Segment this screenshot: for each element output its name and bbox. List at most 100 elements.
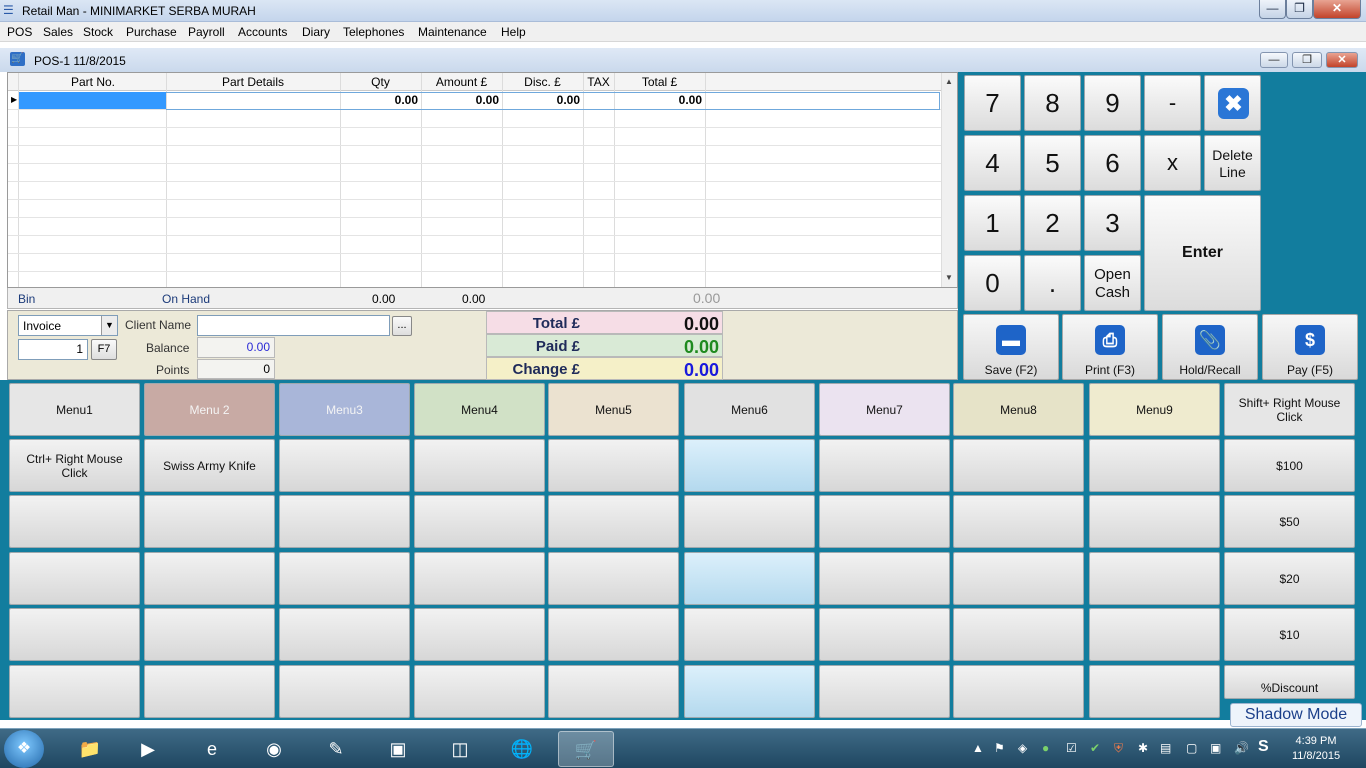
col-tax[interactable]: TAX	[583, 75, 614, 89]
menu-maintenance[interactable]: Maintenance	[418, 25, 487, 39]
col-qty[interactable]: Qty	[340, 75, 421, 89]
tray-safely-remove-icon[interactable]: ▢	[1186, 741, 1197, 755]
maximize-button[interactable]: ❐	[1286, 0, 1313, 19]
delete-line-button[interactable]: Delete Line	[1204, 135, 1261, 191]
menu-button-r1-c10[interactable]: Shift+ Right Mouse Click	[1224, 383, 1355, 436]
key-9[interactable]: 9	[1084, 75, 1141, 131]
grid-scrollbar[interactable]: ▲ ▼	[941, 73, 957, 287]
tray-s-icon[interactable]: S	[1258, 738, 1269, 756]
col-disc[interactable]: Disc. £	[502, 75, 583, 89]
key-minus[interactable]: -	[1144, 75, 1201, 131]
tray-expand-icon[interactable]: ▲	[972, 741, 984, 755]
menu-button-r4-c7[interactable]	[819, 552, 950, 605]
menu-button-r4-c4[interactable]	[414, 552, 545, 605]
menu-button-r5-c9[interactable]	[1089, 608, 1220, 661]
menu-button-r5-c3[interactable]	[279, 608, 410, 661]
tray-update-icon[interactable]: ✔	[1090, 741, 1100, 755]
menu-button-r5-c10[interactable]: $10	[1224, 608, 1355, 661]
firefox-icon[interactable]: ◉	[246, 731, 302, 767]
menu-button-r2-c5[interactable]	[548, 439, 679, 492]
tray-status-icon[interactable]: ●	[1042, 741, 1049, 755]
writer-icon[interactable]: ◫	[432, 731, 488, 767]
menu-button-r6-c2[interactable]	[144, 665, 275, 718]
cart-icon[interactable]: 🛒	[558, 731, 614, 767]
menu-button-r6-c10[interactable]: %Discount	[1224, 665, 1355, 699]
menu-button-r3-c5[interactable]	[548, 495, 679, 548]
menu-button-r1-c2[interactable]: Menu 2	[144, 383, 275, 436]
ie-icon[interactable]: e	[184, 731, 240, 767]
menu-button-r6-c3[interactable]	[279, 665, 410, 718]
scroll-up-icon[interactable]: ▲	[945, 77, 953, 86]
col-part-no[interactable]: Part No.	[20, 75, 166, 89]
menu-help[interactable]: Help	[501, 25, 526, 39]
menu-diary[interactable]: Diary	[302, 25, 330, 39]
close-button[interactable]: ✕	[1313, 0, 1361, 19]
menu-button-r6-c6[interactable]	[684, 665, 815, 718]
menu-button-r4-c8[interactable]	[953, 552, 1084, 605]
key-multiply[interactable]: x	[1144, 135, 1201, 191]
menu-button-r2-c1[interactable]: Ctrl+ Right Mouse Click	[9, 439, 140, 492]
menu-button-r2-c4[interactable]	[414, 439, 545, 492]
volume-icon[interactable]: 🔊	[1234, 741, 1249, 755]
scroll-down-icon[interactable]: ▼	[945, 273, 953, 282]
menu-button-r2-c3[interactable]	[279, 439, 410, 492]
pos-minimize-button[interactable]: —	[1260, 52, 1288, 68]
key-4[interactable]: 4	[964, 135, 1021, 191]
key-decimal[interactable]: .	[1024, 255, 1081, 311]
menu-button-r6-c4[interactable]	[414, 665, 545, 718]
menu-button-r4-c3[interactable]	[279, 552, 410, 605]
menu-telephones[interactable]: Telephones	[343, 25, 404, 39]
menu-button-r4-c5[interactable]	[548, 552, 679, 605]
menu-pos[interactable]: POS	[7, 25, 32, 39]
tray-monitor-icon[interactable]: ▣	[1210, 741, 1221, 755]
browse-client-button[interactable]: ...	[392, 316, 412, 336]
menu-button-r5-c4[interactable]	[414, 608, 545, 661]
window-app-icon[interactable]: ▣	[370, 731, 426, 767]
row-amount[interactable]: 0.00	[421, 93, 499, 107]
notepad-icon[interactable]: ✎	[308, 731, 364, 767]
menu-button-r2-c6[interactable]	[684, 439, 815, 492]
menu-button-r3-c6[interactable]	[684, 495, 815, 548]
key-6[interactable]: 6	[1084, 135, 1141, 191]
row-total[interactable]: 0.00	[614, 93, 702, 107]
row-qty[interactable]: 0.00	[340, 93, 418, 107]
menu-button-r4-c9[interactable]	[1089, 552, 1220, 605]
tray-bluetooth-icon[interactable]: ✱	[1138, 741, 1148, 755]
menu-button-r6-c7[interactable]	[819, 665, 950, 718]
menu-button-r5-c1[interactable]	[9, 608, 140, 661]
menu-sales[interactable]: Sales	[43, 25, 73, 39]
menu-button-r1-c8[interactable]: Menu8	[953, 383, 1084, 436]
menu-button-r3-c8[interactable]	[953, 495, 1084, 548]
menu-button-r1-c6[interactable]: Menu6	[684, 383, 815, 436]
menu-button-r3-c4[interactable]	[414, 495, 545, 548]
menu-button-r2-c9[interactable]	[1089, 439, 1220, 492]
menu-accounts[interactable]: Accounts	[238, 25, 287, 39]
menu-button-r1-c7[interactable]: Menu7	[819, 383, 950, 436]
tray-display-icon[interactable]: ▤	[1160, 741, 1171, 755]
media-player-icon[interactable]: ▶	[120, 731, 176, 767]
menu-button-r6-c1[interactable]	[9, 665, 140, 718]
shadow-mode-button[interactable]: Shadow Mode	[1230, 703, 1362, 727]
key-2[interactable]: 2	[1024, 195, 1081, 251]
menu-button-r3-c3[interactable]	[279, 495, 410, 548]
menu-button-r3-c7[interactable]	[819, 495, 950, 548]
menu-button-r2-c10[interactable]: $100	[1224, 439, 1355, 492]
menu-button-r3-c1[interactable]	[9, 495, 140, 548]
menu-button-r4-c1[interactable]	[9, 552, 140, 605]
pos-close-button[interactable]: ✕	[1326, 52, 1358, 68]
menu-button-r2-c8[interactable]	[953, 439, 1084, 492]
tray-shield-icon[interactable]: ⛨	[1114, 741, 1123, 756]
start-button[interactable]: ❖	[4, 730, 44, 768]
menu-stock[interactable]: Stock	[83, 25, 113, 39]
menu-button-r5-c7[interactable]	[819, 608, 950, 661]
menu-button-r1-c3[interactable]: Menu3	[279, 383, 410, 436]
menu-button-r4-c6[interactable]	[684, 552, 815, 605]
doc-number-field[interactable]: 1	[18, 339, 88, 360]
part-no-cell[interactable]	[19, 92, 166, 109]
tray-network-icon[interactable]: ◈	[1018, 741, 1027, 755]
menu-button-r5-c8[interactable]	[953, 608, 1084, 661]
clock[interactable]: 4:39 PM 11/8/2015	[1284, 734, 1348, 764]
col-total[interactable]: Total £	[614, 75, 705, 89]
key-0[interactable]: 0	[964, 255, 1021, 311]
save-button[interactable]: ▬ Save (F2)	[963, 314, 1059, 380]
